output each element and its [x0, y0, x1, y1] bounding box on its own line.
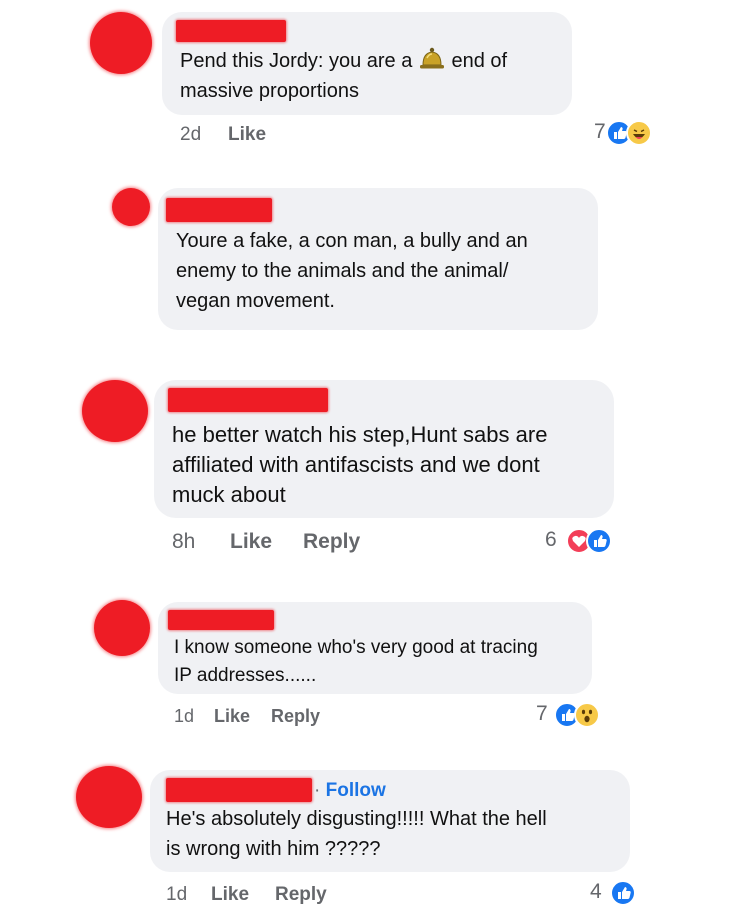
reaction-count: 6 — [545, 528, 557, 551]
comment-text-line: Pend this Jordy: you are a end of — [180, 46, 507, 79]
reaction-summary[interactable]: 6 — [530, 528, 630, 554]
avatar[interactable] — [76, 766, 142, 828]
avatar[interactable] — [82, 380, 148, 442]
like-icon — [610, 880, 636, 906]
bell-icon — [418, 46, 446, 79]
comment-text-line: muck about — [172, 482, 286, 507]
comment-text-segment: Pend this Jordy: you are a — [180, 50, 413, 72]
reaction-count: 4 — [590, 880, 602, 903]
comment-text-segment: end of — [451, 50, 508, 72]
reaction-count: 7 — [594, 120, 606, 143]
timestamp[interactable]: 2d — [180, 124, 201, 146]
wow-icon — [574, 702, 600, 728]
comment-text-line: enemy to the animals and the animal/ — [176, 260, 509, 282]
like-button[interactable]: Like — [228, 124, 266, 146]
reaction-summary[interactable]: 7 — [530, 702, 630, 728]
comment-text-line: I know someone who's very good at tracin… — [174, 637, 538, 658]
comment-text-line: affiliated with antifascists and we dont — [172, 452, 540, 477]
separator-dot: · — [314, 780, 321, 801]
avatar[interactable] — [90, 12, 152, 74]
avatar[interactable] — [94, 600, 150, 656]
redacted-author-name[interactable] — [166, 778, 312, 802]
comment-text-line: vegan movement. — [176, 290, 335, 312]
timestamp[interactable]: 1d — [166, 884, 187, 906]
like-button[interactable]: Like — [214, 706, 250, 727]
comment-header: · Follow — [314, 776, 386, 806]
redacted-author-name[interactable] — [168, 610, 274, 630]
comment-text-line: he better watch his step,Hunt sabs are — [172, 422, 548, 447]
reply-button[interactable]: Reply — [271, 706, 320, 727]
redacted-author-name[interactable] — [176, 20, 286, 42]
reaction-count: 7 — [536, 702, 548, 725]
reaction-summary[interactable]: 7 — [560, 120, 660, 146]
like-icon — [586, 528, 612, 554]
comment-text-line: is wrong with him ????? — [166, 838, 381, 860]
like-button[interactable]: Like — [211, 884, 249, 906]
comment-text-line: He's absolutely disgusting!!!!! What the… — [166, 808, 547, 830]
comment-text-line: Youre a fake, a con man, a bully and an — [176, 230, 528, 252]
reply-button[interactable]: Reply — [275, 884, 327, 906]
timestamp[interactable]: 8h — [172, 530, 195, 554]
redacted-author-name[interactable] — [168, 388, 328, 412]
reaction-summary[interactable]: 4 — [580, 880, 650, 906]
comment-text-line: IP addresses...... — [174, 665, 317, 686]
follow-button[interactable]: Follow — [326, 780, 386, 801]
haha-icon — [626, 120, 652, 146]
comment-text-line: massive proportions — [180, 80, 359, 102]
redacted-author-name[interactable] — [166, 198, 272, 222]
like-button[interactable]: Like — [230, 530, 272, 554]
avatar[interactable] — [112, 188, 150, 226]
timestamp[interactable]: 1d — [174, 706, 194, 727]
reply-button[interactable]: Reply — [303, 530, 360, 554]
